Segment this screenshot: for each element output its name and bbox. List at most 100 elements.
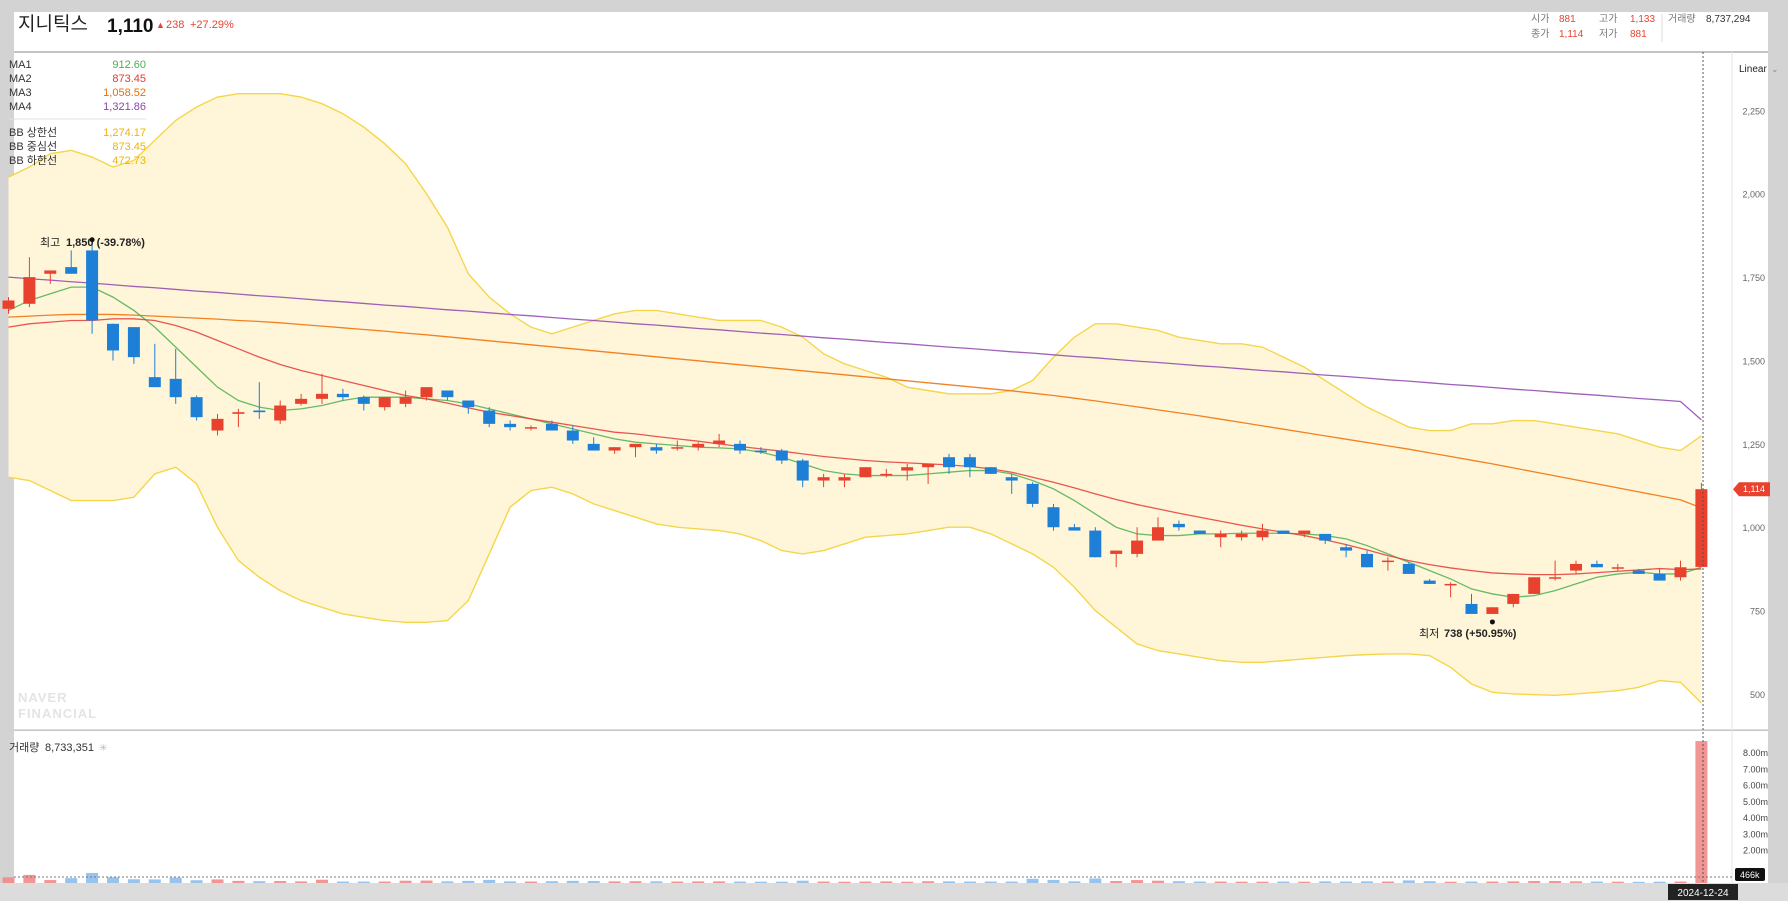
volume-bar — [901, 881, 914, 883]
candle-body — [1131, 540, 1144, 554]
volume-bar — [2, 877, 15, 883]
volume-bar — [190, 880, 203, 883]
candle-body — [734, 443, 746, 451]
volume-panel-label: 거래량 — [9, 741, 39, 754]
high-marker — [89, 237, 95, 243]
volume-bar — [441, 881, 454, 883]
candle-body — [504, 423, 517, 428]
volume-tick-label: 2.00m — [1743, 846, 1768, 856]
volume-bar — [1214, 881, 1227, 883]
candle-body — [1465, 603, 1478, 614]
candle-body — [211, 418, 224, 431]
price-tick-label: 2,250 — [1742, 106, 1765, 116]
candle-body — [1340, 547, 1353, 551]
volume-bar — [1590, 881, 1603, 883]
volume-bar — [922, 881, 935, 883]
volume-bar — [1026, 878, 1039, 883]
volume-bar — [1381, 881, 1394, 883]
candle-body — [1214, 533, 1227, 538]
volume-bar — [650, 881, 663, 883]
volume-bar — [253, 881, 266, 883]
candle-body — [1590, 563, 1603, 568]
price-tick-label: 1,500 — [1742, 356, 1765, 366]
volume-tick-label: 8.00m — [1743, 748, 1768, 758]
candle-body — [1235, 533, 1248, 538]
candle-body — [148, 377, 161, 388]
candle-body — [65, 267, 78, 274]
volume-label: 거래량 — [1668, 13, 1696, 25]
price-change: 238 — [166, 19, 184, 31]
legend-ma3-value: 1,058.52 — [103, 87, 146, 99]
volume-bar — [1235, 881, 1248, 883]
candle-body — [127, 327, 140, 358]
close-label: 종가 — [1531, 28, 1549, 40]
price-tick-label: 750 — [1750, 607, 1765, 617]
volume-bar — [754, 881, 767, 883]
volume-bar — [1005, 881, 1018, 883]
candle-body — [336, 393, 349, 398]
volume-bar — [1507, 881, 1520, 883]
candle-body — [922, 463, 935, 468]
volume-bar — [1172, 881, 1185, 883]
chevron-down-icon[interactable]: ⌄ — [1771, 64, 1779, 74]
candle-body — [232, 412, 245, 414]
candle-body — [1110, 550, 1123, 554]
volume-bar — [1110, 881, 1123, 883]
candle-body — [1632, 570, 1645, 574]
candle-body — [629, 443, 642, 448]
candle-body — [754, 450, 767, 453]
candle-body — [420, 387, 433, 398]
volume-bar — [1674, 881, 1687, 883]
price-tick-label: 1,250 — [1742, 440, 1765, 450]
volume-bar — [796, 880, 809, 883]
candle-body — [692, 443, 705, 448]
scale-mode-toggle[interactable]: Linear — [1739, 64, 1767, 75]
candle-body — [566, 430, 579, 441]
stock-chart[interactable]: 지니틱스 1,110 ▲ 238 +27.29% 시가 881 고가 1,133… — [0, 0, 1788, 901]
legend-bb-middle-value: 873.45 — [112, 141, 146, 153]
volume-bar — [1444, 881, 1457, 883]
open-value: 881 — [1559, 14, 1576, 25]
volume-bar — [483, 879, 496, 883]
volume-bar — [1402, 880, 1415, 883]
candle-body — [1089, 530, 1102, 558]
candle-body — [378, 397, 391, 408]
volume-bar — [692, 881, 705, 883]
date-axis-band — [0, 883, 1788, 901]
candle-body — [1570, 563, 1582, 571]
legend-ma2-value: 873.45 — [112, 73, 146, 85]
volume-bar — [1256, 881, 1269, 883]
low-value: 881 — [1630, 29, 1647, 40]
volume-bar — [1131, 880, 1144, 883]
volume-bar — [211, 879, 224, 883]
legend-bb-upper-label: BB 상한선 — [9, 126, 57, 139]
volume-panel-value: 8,733,351 — [45, 742, 94, 754]
candle-body — [1277, 530, 1290, 534]
volume-bar — [316, 879, 328, 883]
volume-bar — [1423, 881, 1436, 883]
settings-icon[interactable]: ✳ — [99, 743, 107, 754]
candle-body — [838, 477, 851, 481]
legend-bb-middle-label: BB 중심선 — [9, 140, 57, 153]
change-up-icon: ▲ — [156, 20, 165, 30]
volume-bar — [775, 881, 788, 883]
candle-body — [1695, 489, 1708, 567]
volume-bar — [274, 881, 287, 883]
volume-bar — [86, 872, 99, 883]
candle-body — [963, 457, 976, 468]
candle-body — [1298, 530, 1311, 534]
candle-body — [1172, 523, 1185, 528]
candle-body — [1005, 477, 1018, 481]
volume-bar — [44, 880, 57, 883]
candle-body — [901, 467, 914, 471]
volume-bar — [1089, 878, 1102, 883]
volume-panel[interactable] — [14, 731, 1768, 883]
candle-body — [650, 447, 663, 451]
volume-value: 8,737,294 — [1706, 14, 1751, 25]
high-annotation: 최고 1,850 (-39.78%) — [40, 236, 145, 249]
volume-bar — [525, 881, 537, 883]
legend-bb-lower-label: BB 하한선 — [9, 153, 57, 167]
candle-body — [1653, 573, 1666, 581]
crosshair-date: 2024-12-24 — [1677, 888, 1729, 899]
candle-body — [1611, 567, 1624, 569]
